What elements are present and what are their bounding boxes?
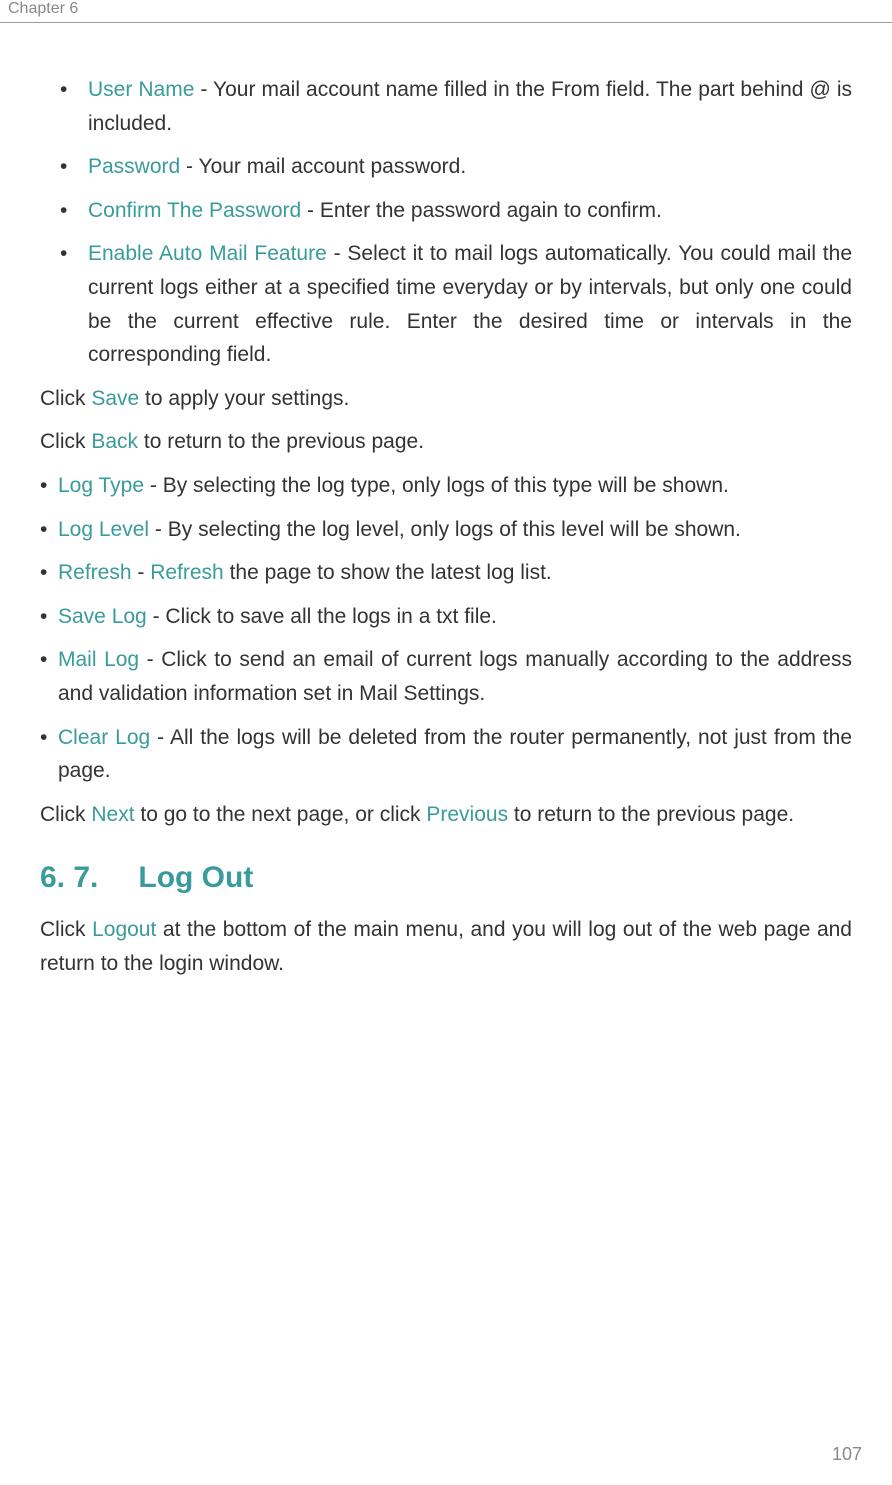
text: Click	[40, 918, 92, 941]
term-user-name: User Name	[88, 78, 194, 101]
text: Click	[40, 803, 91, 826]
text: - Click to save all the logs in a txt fi…	[147, 605, 497, 628]
text: the page to show the latest log list.	[224, 561, 552, 584]
text: to apply your settings.	[139, 387, 349, 410]
text: Click	[40, 430, 91, 453]
list-item: Clear Log - All the logs will be deleted…	[40, 721, 852, 788]
section-heading-logout: 6. 7. Log Out	[40, 861, 852, 895]
text: to go to the next page, or click	[135, 803, 427, 826]
term-clear-log: Clear Log	[58, 726, 150, 749]
text: Click	[40, 387, 91, 410]
list-item: Password - Your mail account password.	[40, 150, 852, 184]
term-logout: Logout	[92, 918, 156, 941]
term-mail-log: Mail Log	[58, 648, 139, 671]
text: -	[132, 561, 151, 584]
page-content: User Name - Your mail account name fille…	[0, 23, 892, 1030]
term-confirm-password: Confirm The Password	[88, 199, 301, 222]
list-item: Log Level - By selecting the log level, …	[40, 513, 852, 547]
term-log-level: Log Level	[58, 518, 149, 541]
list-item: Save Log - Click to save all the logs in…	[40, 600, 852, 634]
term-enable-auto-mail: Enable Auto Mail Feature	[88, 242, 327, 265]
list-item: Log Type - By selecting the log type, on…	[40, 469, 852, 503]
text: - By selecting the log level, only logs …	[149, 518, 741, 541]
page-header: Chapter 6	[0, 0, 892, 23]
term-back: Back	[91, 430, 138, 453]
term-save: Save	[91, 387, 139, 410]
text: - Click to send an email of current logs…	[58, 648, 852, 705]
section-title: Log Out	[138, 861, 253, 894]
text: at the bottom of the main menu, and you …	[40, 918, 852, 975]
text: to return to the previous page.	[508, 803, 794, 826]
term-refresh-2: Refresh	[150, 561, 224, 584]
field-list: User Name - Your mail account name fille…	[40, 73, 852, 372]
text: - Your mail account password.	[180, 155, 466, 178]
text: - By selecting the log type, only logs o…	[144, 474, 729, 497]
term-save-log: Save Log	[58, 605, 147, 628]
text: to return to the previous page.	[138, 430, 424, 453]
action-list: Log Type - By selecting the log type, on…	[40, 469, 852, 788]
section-number: 6. 7.	[40, 861, 98, 895]
text: - All the logs will be deleted from the …	[58, 726, 852, 783]
term-log-type: Log Type	[58, 474, 144, 497]
paragraph-next-previous: Click Next to go to the next page, or cl…	[40, 798, 852, 832]
chapter-label: Chapter 6	[8, 0, 78, 18]
paragraph-back: Click Back to return to the previous pag…	[40, 425, 852, 459]
list-item: Mail Log - Click to send an email of cur…	[40, 643, 852, 710]
list-item: Refresh - Refresh the page to show the l…	[40, 556, 852, 590]
text: - Enter the password again to confirm.	[301, 199, 662, 222]
text: - Your mail account name filled in the F…	[88, 78, 852, 135]
list-item: User Name - Your mail account name fille…	[40, 73, 852, 140]
term-next: Next	[91, 803, 134, 826]
term-previous: Previous	[426, 803, 508, 826]
term-password: Password	[88, 155, 180, 178]
paragraph-logout: Click Logout at the bottom of the main m…	[40, 913, 852, 980]
list-item: Enable Auto Mail Feature - Select it to …	[40, 237, 852, 371]
page-number: 107	[832, 1444, 862, 1465]
term-refresh: Refresh	[58, 561, 132, 584]
list-item: Confirm The Password - Enter the passwor…	[40, 194, 852, 228]
paragraph-save: Click Save to apply your settings.	[40, 382, 852, 416]
